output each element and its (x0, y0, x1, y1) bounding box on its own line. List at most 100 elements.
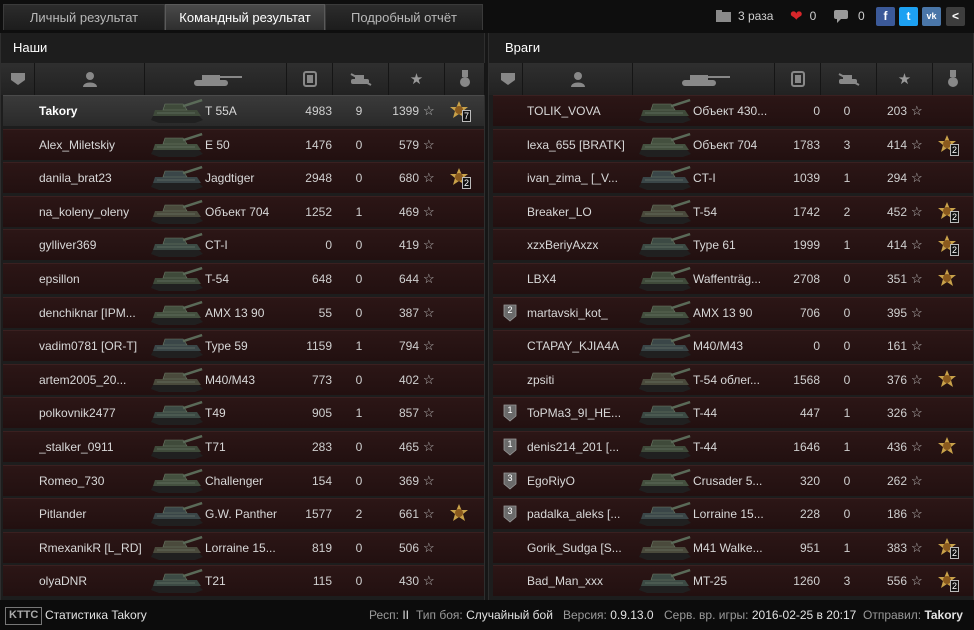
comment-icon (834, 9, 848, 23)
player-row[interactable]: TOLIK_VOVA Объект 430... 0 0 203 ☆ (493, 95, 973, 126)
column-header-frags[interactable] (333, 63, 389, 95)
player-name[interactable]: Pitlander (39, 499, 147, 529)
player-row[interactable]: artem2005_20... M40/M43 773 0 402 ☆ (3, 363, 484, 395)
medal-badge[interactable]: 2 (937, 235, 960, 257)
player-name[interactable]: na_koleny_oleny (39, 197, 147, 227)
player-row[interactable]: Bad_Man_xxx MT-25 1260 3 556 ☆ 2 (493, 565, 973, 597)
player-row[interactable]: Takory T 55A 4983 9 1399 ☆ 7 (3, 95, 484, 126)
medal-badge[interactable] (449, 504, 469, 524)
player-name[interactable]: TOLIK_VOVA (527, 96, 635, 126)
player-name[interactable]: Bad_Man_xxx (527, 566, 635, 596)
player-name[interactable]: martavski_kot_ (527, 298, 635, 328)
player-name[interactable]: artem2005_20... (39, 365, 147, 395)
player-row[interactable]: olyaDNR T21 115 0 430 ☆ (3, 565, 484, 597)
medal-badge[interactable]: 2 (937, 201, 960, 223)
comments-counter[interactable]: 0 (834, 7, 865, 25)
player-row[interactable]: Alex_Miletskiy E 50 1476 0 579 ☆ (3, 128, 484, 160)
tab-team-result[interactable]: Командный результат (165, 4, 325, 30)
player-row[interactable]: polkovnik2477 T49 905 1 857 ☆ (3, 397, 484, 429)
player-row[interactable]: xzxBeriyAxzx Type 61 1999 1 414 ☆ 2 (493, 229, 973, 261)
likes-counter[interactable]: ❤ 0 (790, 7, 816, 25)
column-header-damage[interactable] (287, 63, 333, 95)
column-header-rank[interactable] (1, 63, 35, 95)
column-header-damage[interactable] (775, 63, 821, 95)
player-row[interactable]: 1 denis214_201 [... T-44 1646 1 436 ☆ (493, 431, 973, 462)
column-header-player[interactable] (35, 63, 145, 95)
column-header-player[interactable] (523, 63, 633, 95)
column-header-medal[interactable] (445, 63, 485, 95)
player-row[interactable]: Gorik_Sudga [S... M41 Walke... 951 1 383 ☆ 2 (493, 531, 973, 563)
player-name[interactable]: epsillon (39, 264, 147, 294)
player-name[interactable]: lexa_655 [BRATK] (527, 130, 635, 160)
player-name[interactable]: _stalker_0911 (39, 432, 147, 462)
stats-link[interactable]: Статистика Takory (45, 600, 147, 630)
share-button[interactable]: < (946, 7, 965, 26)
medal-badge[interactable]: 2 (449, 168, 472, 190)
column-header-tank[interactable] (633, 63, 775, 95)
player-name[interactable]: Alex_Miletskiy (39, 130, 147, 160)
player-name[interactable]: RmexanikR [L_RD] (39, 533, 147, 563)
medal-badge[interactable] (937, 269, 957, 289)
player-row[interactable]: _stalker_0911 T71 283 0 465 ☆ (3, 431, 484, 462)
tab-detailed-report[interactable]: Подробный отчёт (325, 4, 483, 30)
vk-share-button[interactable]: vk (922, 7, 941, 26)
player-name[interactable]: Takory (39, 96, 147, 126)
player-name[interactable]: CTAPAY_KJIA4A (527, 331, 635, 361)
player-name[interactable]: denchiknar [IPM... (39, 298, 147, 328)
column-header-exp[interactable]: ★ (877, 63, 933, 95)
twitter-share-button[interactable]: t (899, 7, 918, 26)
facebook-share-button[interactable]: f (876, 7, 895, 26)
player-name[interactable]: polkovnik2477 (39, 398, 147, 428)
player-row[interactable]: Romeo_730 Challenger 154 0 369 ☆ (3, 464, 484, 496)
player-row[interactable]: 2 martavski_kot_ AMX 13 90 706 0 395 ☆ (493, 296, 973, 328)
player-name[interactable]: Breaker_LO (527, 197, 635, 227)
player-row[interactable]: Pitlander G.W. Panther 1577 2 661 ☆ (3, 498, 484, 530)
column-header-medal[interactable] (933, 63, 973, 95)
player-row[interactable]: danila_brat23 Jagdtiger 2948 0 680 ☆ 2 (3, 162, 484, 194)
player-row[interactable]: zpsiti T-54 облег... 1568 0 376 ☆ (493, 363, 973, 395)
player-name[interactable]: LBX4 (527, 264, 635, 294)
player-name[interactable]: denis214_201 [... (527, 432, 635, 462)
player-name[interactable]: xzxBeriyAxzx (527, 230, 635, 260)
player-name[interactable]: olyaDNR (39, 566, 147, 596)
player-name[interactable]: ivan_zima_ [_V... (527, 163, 635, 193)
player-row[interactable]: na_koleny_oleny Объект 704 1252 1 469 ☆ (3, 195, 484, 227)
medal-badge[interactable]: 7 (449, 101, 472, 122)
player-name[interactable]: Romeo_730 (39, 466, 147, 496)
experience-value: 414 (886, 137, 907, 152)
column-header-frags[interactable] (821, 63, 877, 95)
player-row[interactable]: epsillon T-54 648 0 644 ☆ (3, 263, 484, 294)
player-name[interactable]: vadim0781 [OR-T] (39, 331, 147, 361)
player-name[interactable]: EgoRiyO (527, 466, 635, 496)
player-row[interactable]: denchiknar [IPM... AMX 13 90 55 0 387 ☆ (3, 296, 484, 328)
medal-badge[interactable]: 2 (937, 134, 960, 156)
damage-value: 154 (311, 473, 332, 488)
medal-badge[interactable]: 2 (937, 571, 960, 593)
column-header-exp[interactable]: ★ (389, 63, 445, 95)
player-row[interactable]: LBX4 Waffenträg... 2708 0 351 ☆ (493, 263, 973, 294)
player-row[interactable]: 1 ToPMa3_9I_HE... T-44 447 1 326 ☆ (493, 397, 973, 429)
player-row[interactable]: 3 EgoRiyO Crusader 5... 320 0 262 ☆ (493, 464, 973, 496)
medal-badge[interactable] (937, 369, 957, 390)
player-row[interactable]: CTAPAY_KJIA4A M40/M43 0 0 161 ☆ (493, 330, 973, 362)
player-row[interactable]: gylliver369 CT-I 0 0 419 ☆ (3, 229, 484, 261)
player-name[interactable]: Gorik_Sudga [S... (527, 533, 635, 563)
medal-icon (938, 269, 956, 286)
player-row[interactable]: vadim0781 [OR-T] Type 59 1159 1 794 ☆ (3, 330, 484, 362)
player-name[interactable]: zpsiti (527, 365, 635, 395)
player-row[interactable]: ivan_zima_ [_V... CT-I 1039 1 294 ☆ (493, 162, 973, 194)
player-name[interactable]: padalka_aleks [... (527, 499, 635, 529)
medal-badge[interactable]: 2 (937, 537, 960, 559)
tank-name: T21 (205, 574, 226, 589)
column-header-tank[interactable] (145, 63, 287, 95)
player-row[interactable]: lexa_655 [BRATK] Объект 704 1783 3 414 ☆ 2 (493, 128, 973, 160)
player-name[interactable]: gylliver369 (39, 230, 147, 260)
player-row[interactable]: RmexanikR [L_RD] Lorraine 15... 819 0 506 ☆ (3, 531, 484, 563)
tab-personal-result[interactable]: Личный результат (3, 4, 165, 30)
column-header-rank[interactable] (493, 63, 523, 95)
medal-badge[interactable] (937, 437, 957, 457)
player-row[interactable]: 3 padalka_aleks [... Lorraine 15... 228 0 186… (493, 498, 973, 530)
player-row[interactable]: Breaker_LO T-54 1742 2 452 ☆ 2 (493, 195, 973, 227)
player-name[interactable]: danila_brat23 (39, 163, 147, 193)
player-name[interactable]: ToPMa3_9I_HE... (527, 398, 635, 428)
